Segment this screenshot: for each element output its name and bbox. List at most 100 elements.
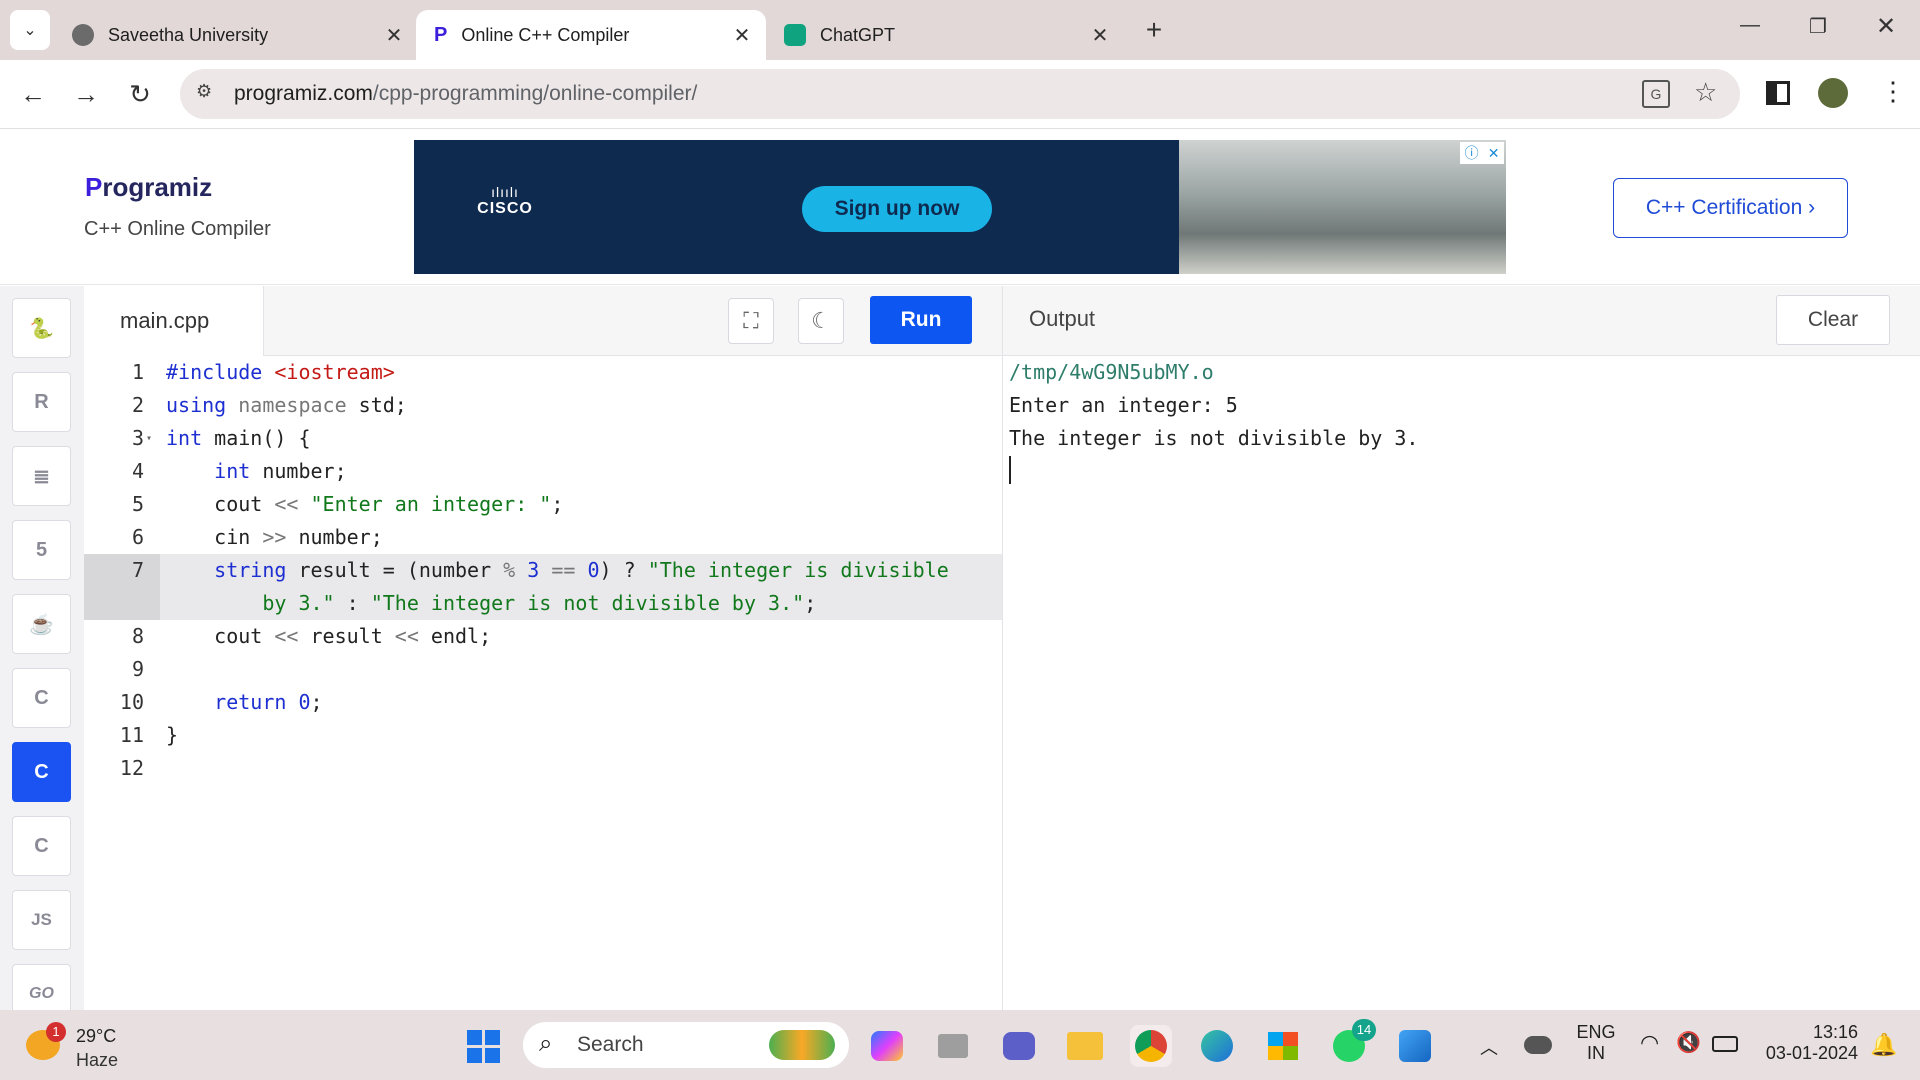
line-number: 7 [131,558,144,582]
weather-desc: Haze [76,1050,119,1070]
notification-bell-icon[interactable]: 🔔 [1870,1032,1897,1058]
info-icon: ⓘ [1464,145,1479,161]
photos-app[interactable] [1394,1025,1436,1067]
code-line: by 3." : "The integer is not divisible b… [166,591,817,615]
rail-cpp[interactable]: C [12,742,71,802]
address-bar[interactable]: ⚙ programiz.com/cpp-programming/online-c… [180,69,1740,119]
lang-bottom: IN [1587,1043,1605,1063]
close-icon[interactable]: ✕ [728,23,756,48]
search-icon: ⌕ [539,1030,553,1057]
line-number: 5 [131,492,144,516]
url-host: programiz.com [234,82,373,105]
photos-icon [1399,1030,1431,1062]
translate-icon[interactable]: G [1642,80,1670,108]
whatsapp-app[interactable]: 14 [1328,1019,1376,1067]
teams-app[interactable] [998,1025,1040,1067]
code-editor[interactable]: 1 2 3 ▾ 4 5 6 7 8 9 10 11 12 #include <i… [84,356,1002,1010]
rail-r[interactable]: R [12,372,71,432]
restore-button[interactable]: ❐ [1798,14,1838,44]
editor-header: main.cpp ⛶ ☾ Run [84,286,1002,356]
chrome-app[interactable] [1130,1025,1172,1067]
fullscreen-icon: ⛶ [743,308,759,333]
rail-java[interactable]: ☕ [12,594,71,654]
line-number: 12 [119,756,144,780]
rail-python[interactable]: 🐍 [12,298,71,358]
run-button[interactable]: Run [870,296,972,344]
line-number: 9 [131,657,144,681]
fullscreen-button[interactable]: ⛶ [728,298,774,344]
task-view-icon [938,1034,968,1058]
close-icon[interactable]: ✕ [380,23,408,48]
ad-choices[interactable]: ⓘ ✕ [1460,142,1504,164]
wifi-icon[interactable]: ◠ [1640,1030,1659,1056]
menu-kebab-icon[interactable]: ⋮ [1880,76,1906,107]
bookmark-star-icon[interactable]: ☆ [1694,77,1717,108]
taskbar-search[interactable]: ⌕ Search [523,1022,849,1068]
tab-chatgpt[interactable]: ChatGPT ✕ [784,10,1114,60]
store-icon [1268,1032,1298,1060]
cpp-certification-button[interactable]: C++ Certification › [1613,178,1848,238]
js-icon: JS [31,910,52,929]
rail-c[interactable]: C [12,668,71,728]
start-button[interactable] [462,1025,504,1067]
rail-sql[interactable]: ≣ [12,446,71,506]
search-highlight-icon [769,1030,835,1060]
java-icon: ☕ [29,613,54,636]
dark-mode-button[interactable]: ☾ [798,298,844,344]
ad-signup-button[interactable]: Sign up now [802,186,992,232]
line-number: 1 [131,360,144,384]
weather-widget[interactable]: 1 29°C Haze [26,1022,136,1070]
chevron-up-icon[interactable]: ︿ [1480,1034,1498,1060]
weather-temp: 29°C [76,1026,117,1046]
arrow-left-icon: ← [20,78,46,109]
clear-button[interactable]: Clear [1776,295,1890,345]
battery-icon[interactable] [1712,1036,1738,1052]
file-explorer-app[interactable] [1064,1025,1106,1067]
file-tab[interactable]: main.cpp [84,286,264,356]
chrome-icon [1135,1030,1167,1062]
ad-office-photo [1179,140,1506,274]
tab-title: Saveetha University [108,24,269,45]
tab-saveetha[interactable]: Saveetha University ✕ [72,10,408,60]
folder-icon [1067,1032,1103,1060]
rail-go[interactable]: GO [12,964,71,1010]
output-console[interactable]: /tmp/4wG9N5ubMY.o Enter an integer: 5 Th… [1002,356,1920,1010]
arrow-right-icon: → [73,78,99,109]
site-header: Programiz C++ Online Compiler ılıılı CIS… [0,130,1920,285]
store-app[interactable] [1262,1025,1304,1067]
clock[interactable]: 13:16 03-01-2024 [1758,1022,1858,1064]
rail-html[interactable]: 5 [12,520,71,580]
logo-p: P [85,172,103,202]
language-indicator[interactable]: ENG IN [1574,1022,1618,1064]
profile-avatar[interactable] [1818,78,1848,108]
page-subtitle: C++ Online Compiler [84,218,271,240]
tab-search-button[interactable]: ⌄ [10,10,50,50]
rail-js[interactable]: JS [12,890,71,950]
side-panel-icon[interactable] [1766,81,1790,105]
programiz-logo[interactable]: Programiz [85,172,212,203]
globe-icon [72,24,94,46]
rail-csharp[interactable]: C [12,816,71,876]
task-view-app[interactable] [932,1025,974,1067]
tab-online-compiler[interactable]: P Online C++ Compiler ✕ [416,10,766,60]
reload-button[interactable]: ↻ [120,74,160,114]
forward-button[interactable]: → [66,74,106,114]
speaker-muted-icon[interactable]: 🔇 [1676,1030,1701,1055]
edge-app[interactable] [1196,1025,1238,1067]
fold-arrow-icon[interactable]: ▾ [146,422,152,455]
code-line: cout << "Enter an integer: "; [166,492,564,516]
onedrive-icon[interactable] [1524,1036,1552,1054]
code-line: int number; [214,459,347,483]
output-line: The integer is not divisible by 3. [1009,426,1419,450]
ad-banner[interactable]: ılıılı CISCO Sign up now ⓘ ✕ [414,140,1506,274]
copilot-app[interactable] [866,1025,908,1067]
go-icon: GO [29,985,54,1002]
close-icon[interactable]: ✕ [1086,23,1114,48]
tab-strip: ⌄ Saveetha University ✕ P Online C++ Com… [0,0,1920,60]
cisco-bars-icon: ılıılı [491,184,519,200]
minimize-button[interactable]: — [1730,14,1770,44]
close-window-button[interactable]: ✕ [1866,12,1906,42]
back-button[interactable]: ← [13,74,53,114]
site-info-icon[interactable]: ⚙ [196,81,222,107]
new-tab-button[interactable]: + [1136,12,1172,48]
